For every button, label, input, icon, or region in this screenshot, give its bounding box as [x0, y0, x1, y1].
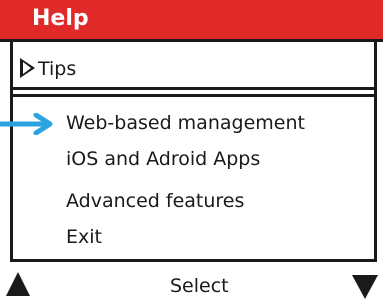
arrow-right-icon: [0, 113, 53, 135]
tips-label[interactable]: Tips: [38, 58, 76, 80]
menu-item-advanced-features[interactable]: Advanced features: [66, 190, 244, 212]
menu-item-web-management[interactable]: Web-based management: [66, 112, 305, 134]
play-outline-icon: [20, 58, 35, 78]
screen-title: Help: [32, 6, 89, 31]
menu-divider: [10, 94, 377, 97]
menu-item-ios-android-apps[interactable]: iOS and Adroid Apps: [66, 148, 260, 170]
select-button-label[interactable]: Select: [170, 275, 229, 297]
device-screen: Help Tips Web-based management iOS and A…: [0, 0, 383, 301]
triangle-down-icon[interactable]: [352, 275, 378, 299]
title-bar: Help: [0, 0, 383, 42]
footer-divider: [10, 259, 377, 262]
triangle-up-icon[interactable]: [6, 272, 30, 296]
menu-item-exit[interactable]: Exit: [66, 226, 102, 248]
